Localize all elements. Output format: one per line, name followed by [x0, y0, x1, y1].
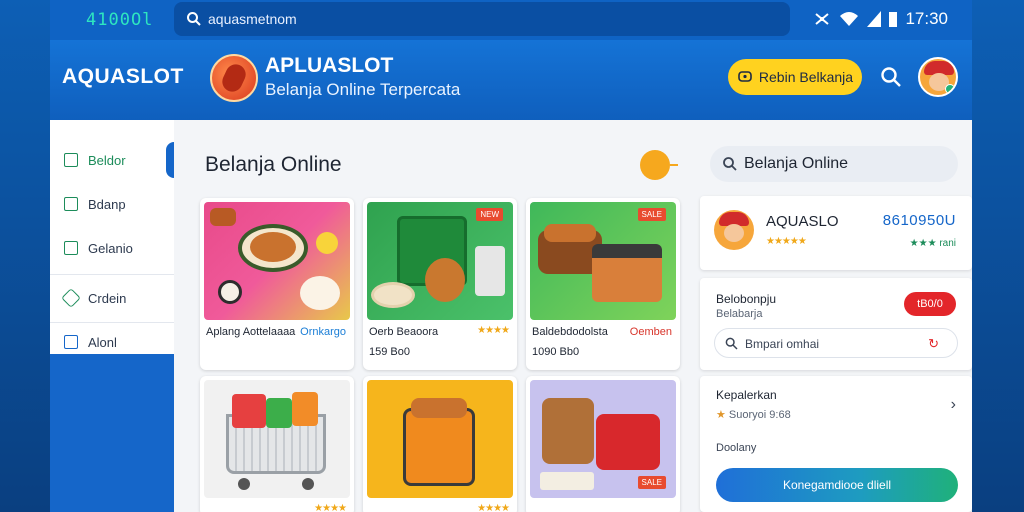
background-right: [972, 0, 1024, 512]
home-icon: [64, 153, 78, 167]
product-rating: ★★★★: [477, 325, 510, 336]
store-logo: [210, 54, 258, 102]
shipping-title: Kepalerkan: [716, 388, 777, 402]
seller-number: 8610950U: [882, 212, 956, 229]
filter-button[interactable]: [640, 150, 678, 180]
sidebar-item-gelanio[interactable]: Gelanio: [50, 226, 174, 270]
address-bar[interactable]: aquasmetnom: [174, 2, 790, 36]
product-name: Baldebdodolsta: [532, 326, 608, 338]
refresh-icon[interactable]: ↻: [928, 336, 939, 352]
wifi-icon: [840, 12, 859, 26]
seller-avatar: [714, 210, 754, 250]
gallery-icon: [64, 241, 78, 255]
promo-title: Belobonpju: [716, 292, 777, 306]
product-card[interactable]: NEW Oerb Beaoora ★★★★ 159 Bo0: [363, 198, 517, 370]
user-avatar[interactable]: [918, 57, 958, 97]
product-image: [204, 380, 350, 498]
sidebar-footer-panel: [50, 354, 174, 512]
promo-search-input[interactable]: Bmpari omhai ↻: [714, 328, 958, 358]
promo-subtitle: Belabarja: [716, 308, 763, 320]
shipping-label: Doolany: [716, 442, 757, 454]
shop-now-label: Rebin Belkanja: [758, 69, 854, 85]
store-subtitle: Belanja Online Terpercata: [265, 80, 461, 99]
online-dot: [945, 84, 955, 94]
product-price: 159 Bo0: [369, 346, 410, 358]
status-bar: 4100Ol aquasmetnom 17:30: [50, 0, 972, 40]
sidebar-item-alonl[interactable]: Alonl: [50, 320, 174, 364]
sidebar-item-label: Gelanio: [88, 240, 133, 256]
sidebar-item-beldor[interactable]: Beldor: [50, 138, 174, 182]
status-time: 17:30: [905, 9, 948, 28]
search-icon: [187, 12, 201, 26]
product-card[interactable]: ★★★★: [363, 376, 517, 512]
chevron-right-icon[interactable]: ›: [951, 396, 956, 414]
store-title: APLUASLOT: [265, 54, 394, 77]
product-card[interactable]: ★★★★: [200, 376, 354, 512]
seller-card[interactable]: AQUASLO ★★★★★ 8610950U ★★★ rani: [700, 196, 972, 270]
tag-icon: [61, 288, 81, 308]
product-image: [204, 202, 350, 320]
promo-search-text: Bmpari omhai: [745, 337, 820, 351]
sidebar-divider: [50, 274, 174, 275]
app-header: AQUASLOT APLUASLOT Belanja Online Terper…: [50, 40, 972, 120]
product-image: SALE: [530, 202, 676, 320]
promo-card: Belobonpju Belabarja tB0/0 Bmpari omhai …: [700, 278, 972, 370]
sidebar-item-bdanp[interactable]: Bdanp: [50, 182, 174, 226]
promo-badge[interactable]: tB0/0: [904, 292, 956, 316]
product-name: Oerb Beaoora: [369, 326, 439, 338]
sidebar: Beldor Bdanp Gelanio Crdein Alonl: [50, 120, 174, 512]
pin-icon: ★: [716, 409, 729, 421]
product-rating: ★★★★: [314, 503, 347, 512]
app-window: 4100Ol aquasmetnom 17:30 AQUASLOT APLUAS…: [50, 0, 972, 512]
right-search-input[interactable]: Belanja Online: [710, 146, 958, 182]
product-tag: Oemben: [629, 326, 672, 338]
product-price: 1090 Bb0: [532, 346, 580, 358]
address-text: aquasmetnom: [208, 11, 297, 27]
checkout-button[interactable]: Konegamdiooe dliell: [716, 468, 958, 502]
product-card[interactable]: SALE Baldebdodolsta Oemben 1090 Bb0: [526, 198, 680, 370]
product-image: [367, 380, 513, 498]
product-rating: ★★★★: [477, 503, 510, 512]
product-image: NEW: [367, 202, 513, 320]
product-image: SALE: [530, 380, 676, 498]
header-search-icon[interactable]: [880, 66, 902, 88]
seller-rating: ★★★ rani: [909, 238, 956, 249]
document-icon: [64, 197, 78, 211]
cart-icon: [738, 71, 752, 82]
sidebar-item-label: Beldor: [88, 152, 126, 168]
product-card[interactable]: SALE: [526, 376, 680, 512]
right-search-text: Belanja Online: [744, 155, 849, 172]
product-name: Aplang Aottelaaaa: [206, 326, 296, 338]
list-icon: [64, 335, 78, 349]
search-icon: [723, 157, 737, 171]
shipping-card: Kepalerkan ★ Suoryoi 9:68 › Doolany Kone…: [700, 376, 972, 512]
battery-icon: [889, 12, 898, 27]
seller-name: AQUASLO: [766, 213, 839, 230]
shipping-info-text: Suoryoi 9:68: [728, 409, 791, 421]
shipping-info: ★ Suoryoi 9:68: [716, 408, 791, 421]
background-left: [0, 0, 50, 512]
seller-stars: ★★★★★: [766, 236, 807, 247]
sidebar-item-label: Alonl: [88, 334, 117, 350]
signal-icon: [867, 11, 882, 27]
brand-name[interactable]: AQUASLOT: [62, 65, 184, 89]
sidebar-item-label: Bdanp: [88, 196, 126, 212]
sidebar-item-label: Crdein: [88, 290, 127, 306]
status-left-text: 4100Ol: [86, 10, 154, 30]
bluetooth-icon: [815, 13, 830, 25]
search-icon: [725, 337, 738, 350]
page-title: Belanja Online: [205, 153, 342, 176]
shop-now-button[interactable]: Rebin Belkanja: [728, 59, 862, 95]
status-icons: 17:30: [813, 9, 948, 29]
product-card[interactable]: Aplang Aottelaaaa Ornkargo: [200, 198, 354, 370]
sidebar-item-crdein[interactable]: Crdein: [50, 276, 174, 320]
product-tag: Ornkargo: [300, 326, 346, 338]
